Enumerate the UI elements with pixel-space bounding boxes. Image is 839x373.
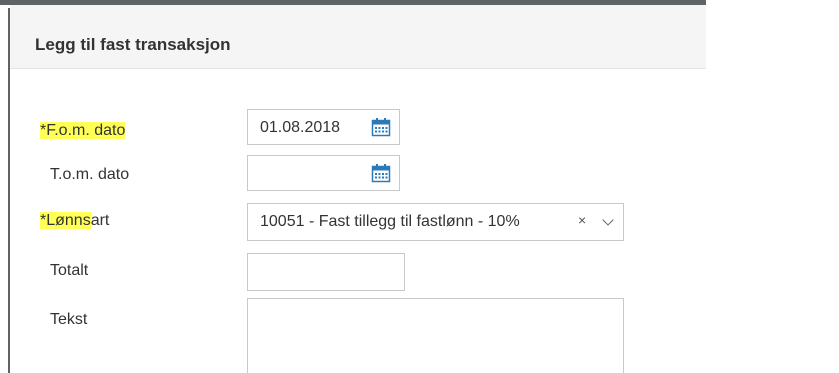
dialog-title: Legg til fast transaksjon: [35, 35, 231, 54]
lonnsart-label: *Lønnsart: [40, 211, 109, 231]
dialog-header: Legg til fast transaksjon: [10, 5, 706, 69]
lonnsart-label-highlight: *Lønns: [40, 212, 91, 229]
chevron-down-icon[interactable]: [602, 214, 614, 226]
fom-date-label: *F.o.m. dato: [40, 121, 126, 141]
lonnsart-value: 10051 - Fast tillegg til fastlønn - 10%: [260, 213, 520, 230]
tom-date-label: T.o.m. dato: [50, 166, 130, 183]
fom-date-value: 01.08.2018: [260, 119, 341, 136]
add-fixed-transaction-dialog: Legg til fast transaksjon *F.o.m. dato 0…: [10, 5, 706, 373]
fom-date-input[interactable]: 01.08.2018: [247, 109, 400, 145]
lonnsart-label-text: Lønns: [46, 212, 91, 229]
lonnsart-label-rest: art: [90, 212, 110, 229]
tekst-textarea[interactable]: [247, 298, 624, 373]
lonnsart-select[interactable]: 10051 - Fast tillegg til fastlønn - 10% …: [247, 203, 624, 241]
tekst-label: Tekst: [50, 311, 88, 328]
tom-date-input[interactable]: [247, 155, 400, 191]
fom-date-label-highlight: *F.o.m. dato: [40, 122, 126, 139]
clear-icon[interactable]: ×: [578, 212, 586, 228]
screen: ato Legg til fast transaksjon *F.o.m. da…: [0, 0, 839, 373]
totalt-label: Totalt: [50, 262, 89, 279]
totalt-input[interactable]: [247, 253, 405, 291]
fom-date-label-text: F.o.m. dato: [46, 122, 126, 139]
calendar-icon[interactable]: [371, 117, 391, 137]
calendar-icon[interactable]: [371, 163, 391, 183]
